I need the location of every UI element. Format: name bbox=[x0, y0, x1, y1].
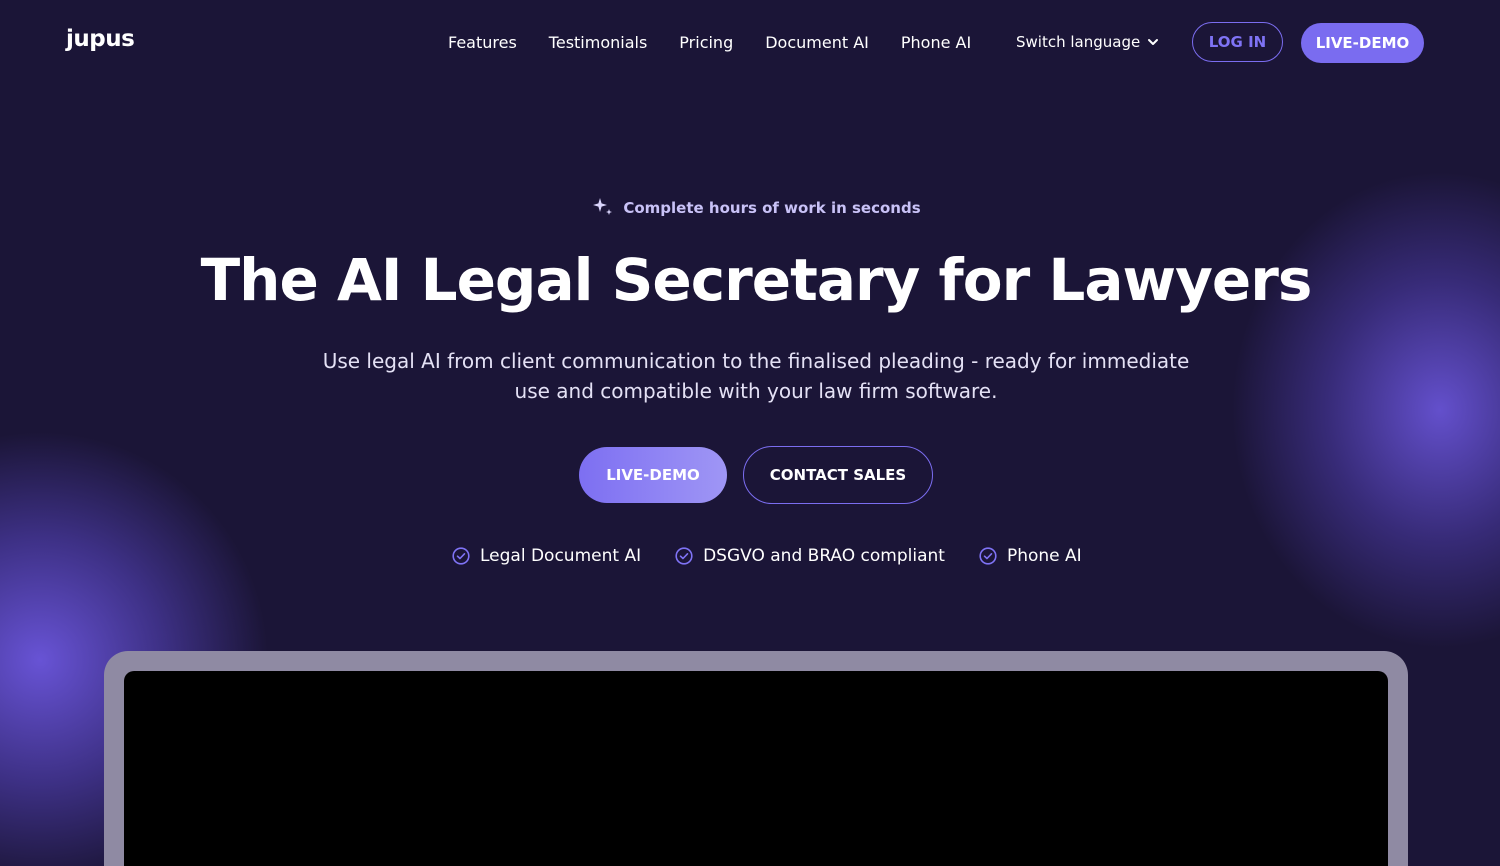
feature-label: Legal Document AI bbox=[480, 546, 642, 566]
hero-eyebrow-text: Complete hours of work in seconds bbox=[623, 199, 921, 217]
nav-link-phone-ai[interactable]: Phone AI bbox=[901, 33, 971, 52]
login-button[interactable]: LOG IN bbox=[1192, 22, 1283, 62]
hero-title: The AI Legal Secretary for Lawyers bbox=[200, 246, 1313, 314]
feature-label: Phone AI bbox=[1006, 546, 1082, 566]
device-mockup-screen bbox=[124, 671, 1388, 866]
nav-link-testimonials[interactable]: Testimonials bbox=[549, 33, 648, 52]
feature-item: Phone AI bbox=[979, 546, 1082, 566]
check-circle-icon bbox=[979, 547, 997, 565]
sparkle-icon bbox=[593, 198, 613, 215]
feature-label: DSGVO and BRAO compliant bbox=[703, 546, 945, 566]
main-nav: Features Testimonials Pricing Document A… bbox=[448, 33, 1003, 52]
landing-page: jupus Features Testimonials Pricing Docu… bbox=[0, 0, 1500, 866]
language-switcher[interactable]: Switch language bbox=[1016, 33, 1160, 51]
header-live-demo-button[interactable]: LIVE-DEMO bbox=[1301, 23, 1424, 63]
feature-item: DSGVO and BRAO compliant bbox=[675, 546, 945, 566]
language-switcher-label: Switch language bbox=[1016, 33, 1141, 51]
check-circle-icon bbox=[675, 547, 693, 565]
hero-subtitle: Use legal AI from client communication t… bbox=[322, 349, 1190, 403]
site-header: jupus Features Testimonials Pricing Docu… bbox=[0, 0, 1500, 86]
hero-eyebrow: Complete hours of work in seconds bbox=[0, 196, 1500, 220]
chevron-down-icon bbox=[1148, 39, 1159, 45]
check-circle-icon bbox=[452, 547, 470, 565]
nav-link-document-ai[interactable]: Document AI bbox=[765, 33, 869, 52]
nav-link-features[interactable]: Features bbox=[448, 33, 517, 52]
background-glow-right bbox=[1230, 170, 1500, 650]
feature-list: Legal Document AI DSGVO and BRAO complia… bbox=[452, 546, 1082, 566]
live-demo-button[interactable]: LIVE-DEMO bbox=[579, 447, 727, 503]
logo[interactable]: jupus bbox=[66, 26, 135, 52]
feature-item: Legal Document AI bbox=[452, 546, 641, 566]
contact-sales-button[interactable]: CONTACT SALES bbox=[743, 446, 933, 504]
nav-link-pricing[interactable]: Pricing bbox=[679, 33, 733, 52]
